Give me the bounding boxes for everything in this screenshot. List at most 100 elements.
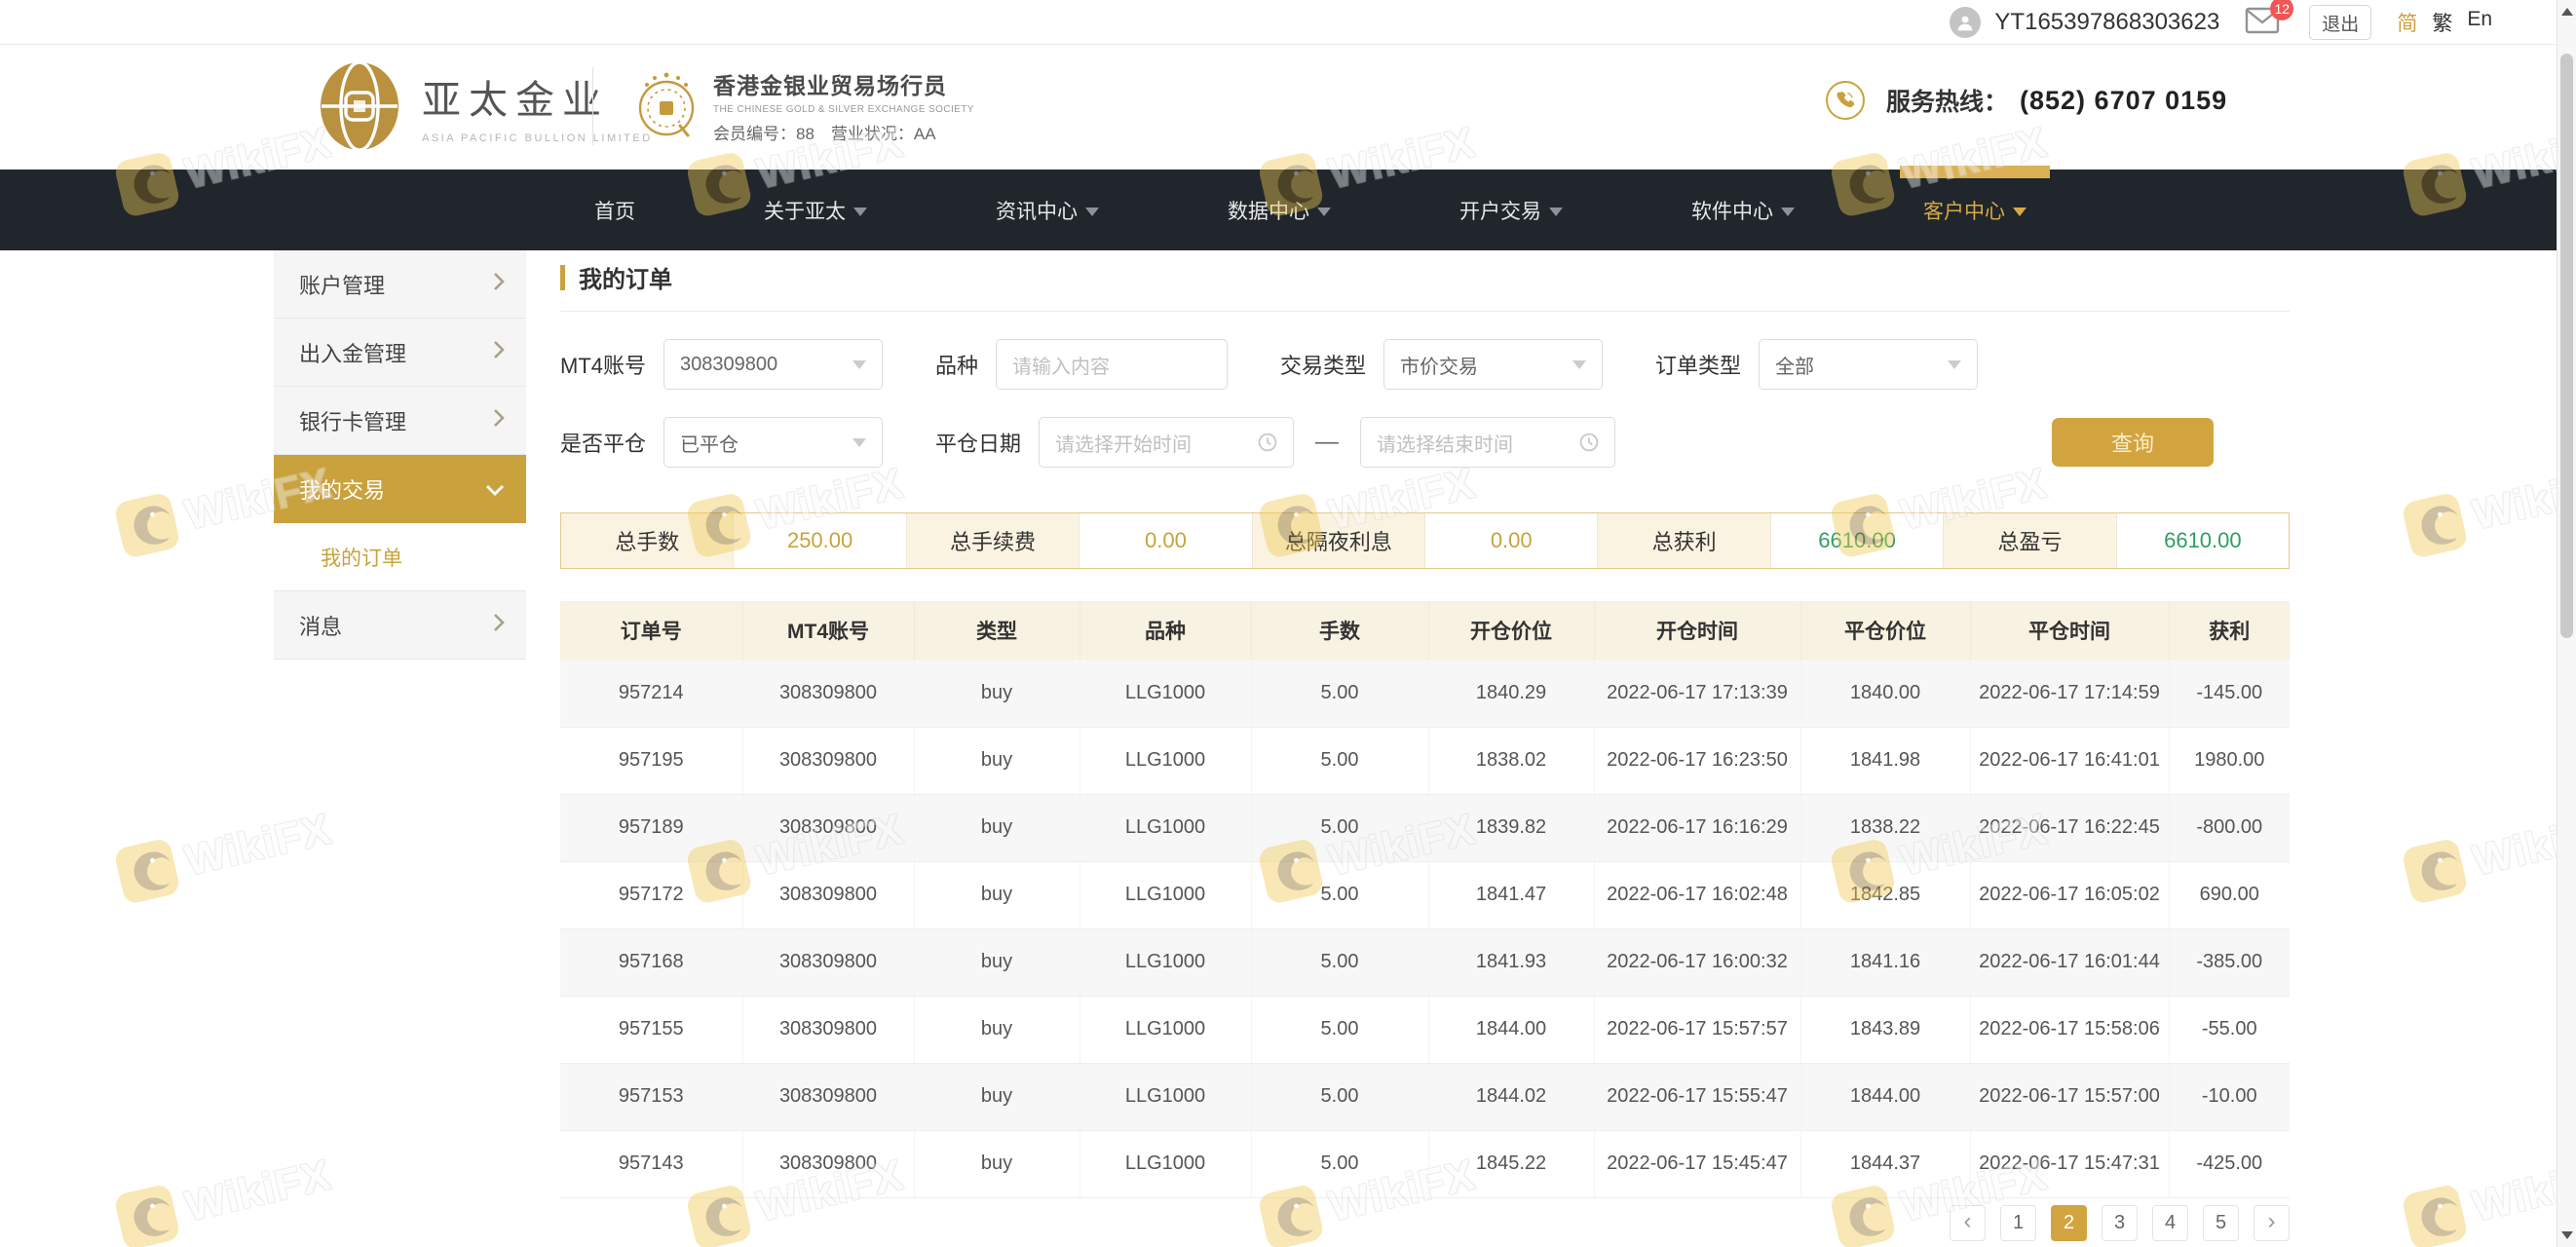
chevron-down-icon — [852, 360, 866, 369]
chevron-down-icon — [2013, 208, 2027, 216]
brand-name: 亚太金业 — [422, 68, 653, 125]
total-swap-value: 0.00 — [1425, 513, 1598, 568]
globe-logo-icon — [319, 59, 400, 153]
scroll-up-icon[interactable] — [2561, 8, 2573, 16]
date-end-input[interactable]: 请选择结束时间 — [1360, 417, 1615, 468]
closed-status-label: 是否平仓 — [560, 427, 646, 458]
clock-icon — [1258, 433, 1277, 452]
lang-simplified[interactable]: 简 — [2397, 8, 2417, 37]
nav-item-news[interactable]: 资讯中心 — [978, 170, 1117, 250]
col-close-price: 平仓价位 — [1800, 601, 1970, 660]
next-page-button[interactable]: › — [2254, 1205, 2290, 1241]
scroll-down-icon[interactable] — [2561, 1231, 2573, 1239]
page-button-3[interactable]: 3 — [2102, 1205, 2138, 1241]
nav-item-software-center[interactable]: 软件中心 — [1674, 170, 1812, 250]
table-row: 957153308309800buyLLG10005.001844.022022… — [560, 1063, 2290, 1130]
col-type: 类型 — [914, 601, 1080, 660]
nav-item-customer-center[interactable]: 客户中心 — [1906, 170, 2044, 250]
logout-button[interactable]: 退出 — [2309, 5, 2371, 40]
lang-traditional[interactable]: 繁 — [2432, 8, 2452, 37]
table-row: 957143308309800buyLLG10005.001845.222022… — [560, 1130, 2290, 1197]
total-profit-label: 总获利 — [1598, 513, 1770, 568]
page-title: 我的订单 — [579, 260, 672, 294]
user-avatar-icon — [1950, 7, 1981, 38]
chevron-down-icon — [1948, 360, 1961, 369]
title-divider — [560, 311, 2290, 312]
nav-item-data-center[interactable]: 数据中心 — [1210, 170, 1348, 250]
lang-english[interactable]: En — [2467, 8, 2492, 37]
sidebar-subitem-my-orders[interactable]: 我的订单 — [274, 523, 526, 591]
close-date-label: 平仓日期 — [935, 427, 1021, 458]
orders-table: 订单号 MT4账号 类型 品种 手数 开仓价位 开仓时间 平仓价位 平仓时间 获… — [560, 601, 2290, 1198]
nav-item-open-account[interactable]: 开户交易 — [1442, 170, 1580, 250]
page-button-1[interactable]: 1 — [2000, 1205, 2036, 1241]
messages-button[interactable]: 12 — [2245, 6, 2284, 39]
profit-cell: -385.00 — [2169, 928, 2290, 996]
table-row: 957155308309800buyLLG10005.001844.002022… — [560, 996, 2290, 1063]
order-type-label: 订单类型 — [1655, 349, 1741, 380]
wikifx-eagle-icon — [111, 489, 183, 561]
closed-status-select[interactable]: 已平仓 — [663, 417, 883, 468]
profit-cell: 690.00 — [2169, 861, 2290, 928]
page-button-2-active[interactable]: 2 — [2051, 1205, 2087, 1241]
sidebar-item-account-management[interactable]: 账户管理 — [274, 250, 526, 319]
sidebar-item-bank-card[interactable]: 银行卡管理 — [274, 387, 526, 455]
chevron-down-icon — [1317, 208, 1331, 216]
vertical-scrollbar[interactable] — [2557, 0, 2576, 1247]
profit-cell: 1980.00 — [2169, 727, 2290, 794]
nav-item-about[interactable]: 关于亚太 — [746, 170, 885, 250]
trade-type-select[interactable]: 市价交易 — [1383, 339, 1603, 390]
sidebar-item-messages[interactable]: 消息 — [274, 591, 526, 660]
scrollbar-thumb[interactable] — [2560, 54, 2573, 638]
sidebar-item-my-trades[interactable]: 我的交易 — [274, 455, 526, 523]
wikifx-eagle-icon — [2399, 835, 2471, 907]
page: YT165397868303623 12 退出 简 繁 En — [0, 0, 2576, 1247]
total-swap-label: 总隔夜利息 — [1253, 513, 1425, 568]
username: YT165397868303623 — [1994, 9, 2219, 36]
filter-row-2: 是否平仓 已平仓 平仓日期 请选择开始时间 — 请选择结束时间 查询 — [560, 417, 2290, 468]
cgse-seal-icon — [635, 69, 698, 143]
table-row: 957195308309800buyLLG10005.001838.022022… — [560, 727, 2290, 794]
chevron-down-icon — [853, 208, 867, 216]
col-close-time: 平仓时间 — [1970, 601, 2169, 660]
brand-logo: 亚太金业 ASIA PACIFIC BULLION LIMITED — [319, 59, 653, 153]
profit-cell: -10.00 — [2169, 1063, 2290, 1130]
total-commission-label: 总手续费 — [907, 513, 1080, 568]
table-row: 957214308309800buyLLG10005.001840.292022… — [560, 660, 2290, 727]
symbol-label: 品种 — [935, 349, 978, 380]
hotline-label: 服务热线： — [1886, 83, 2008, 118]
col-mt4-account: MT4账号 — [742, 601, 914, 660]
wikifx-watermark: WikiFX — [2399, 800, 2576, 908]
chevron-right-icon — [493, 340, 505, 365]
col-order-id: 订单号 — [560, 601, 742, 660]
wikifx-watermark: WikiFX — [2399, 454, 2576, 562]
date-range-separator: — — [1315, 429, 1339, 456]
brand-subtitle: ASIA PACIFIC BULLION LIMITED — [422, 132, 653, 144]
chevron-down-icon — [1085, 208, 1099, 216]
nav-item-home[interactable]: 首页 — [577, 170, 653, 250]
message-count-badge: 12 — [2270, 0, 2293, 20]
clock-icon — [1579, 433, 1599, 452]
date-start-input[interactable]: 请选择开始时间 — [1039, 417, 1294, 468]
search-button[interactable]: 查询 — [2052, 418, 2214, 467]
col-open-time: 开仓时间 — [1594, 601, 1800, 660]
service-hotline: 服务热线： (852) 6707 0159 — [1826, 81, 2227, 120]
summary-bar: 总手数 250.00 总手续费 0.00 总隔夜利息 0.00 总获利 6610… — [560, 512, 2290, 569]
total-pnl-value: 6610.00 — [2117, 513, 2289, 568]
page-button-5[interactable]: 5 — [2203, 1205, 2239, 1241]
profit-cell: -55.00 — [2169, 996, 2290, 1063]
order-type-select[interactable]: 全部 — [1759, 339, 1978, 390]
chevron-down-icon — [852, 438, 866, 447]
sidebar: 账户管理 出入金管理 银行卡管理 我的交易 我的订单 消息 — [274, 250, 526, 660]
hotline-number: (852) 6707 0159 — [2020, 86, 2227, 116]
prev-page-button[interactable]: ‹ — [1950, 1205, 1986, 1241]
mt4-account-select[interactable]: 308309800 — [663, 339, 883, 390]
wikifx-watermark: WikiFX — [111, 800, 337, 908]
wikifx-eagle-icon — [111, 835, 183, 907]
col-open-price: 开仓价位 — [1428, 601, 1594, 660]
sidebar-item-deposit-withdrawal[interactable]: 出入金管理 — [274, 319, 526, 387]
trade-type-label: 交易类型 — [1280, 349, 1366, 380]
page-button-4[interactable]: 4 — [2152, 1205, 2188, 1241]
symbol-input[interactable]: 请输入内容 — [996, 339, 1228, 390]
mt4-account-label: MT4账号 — [560, 349, 646, 380]
